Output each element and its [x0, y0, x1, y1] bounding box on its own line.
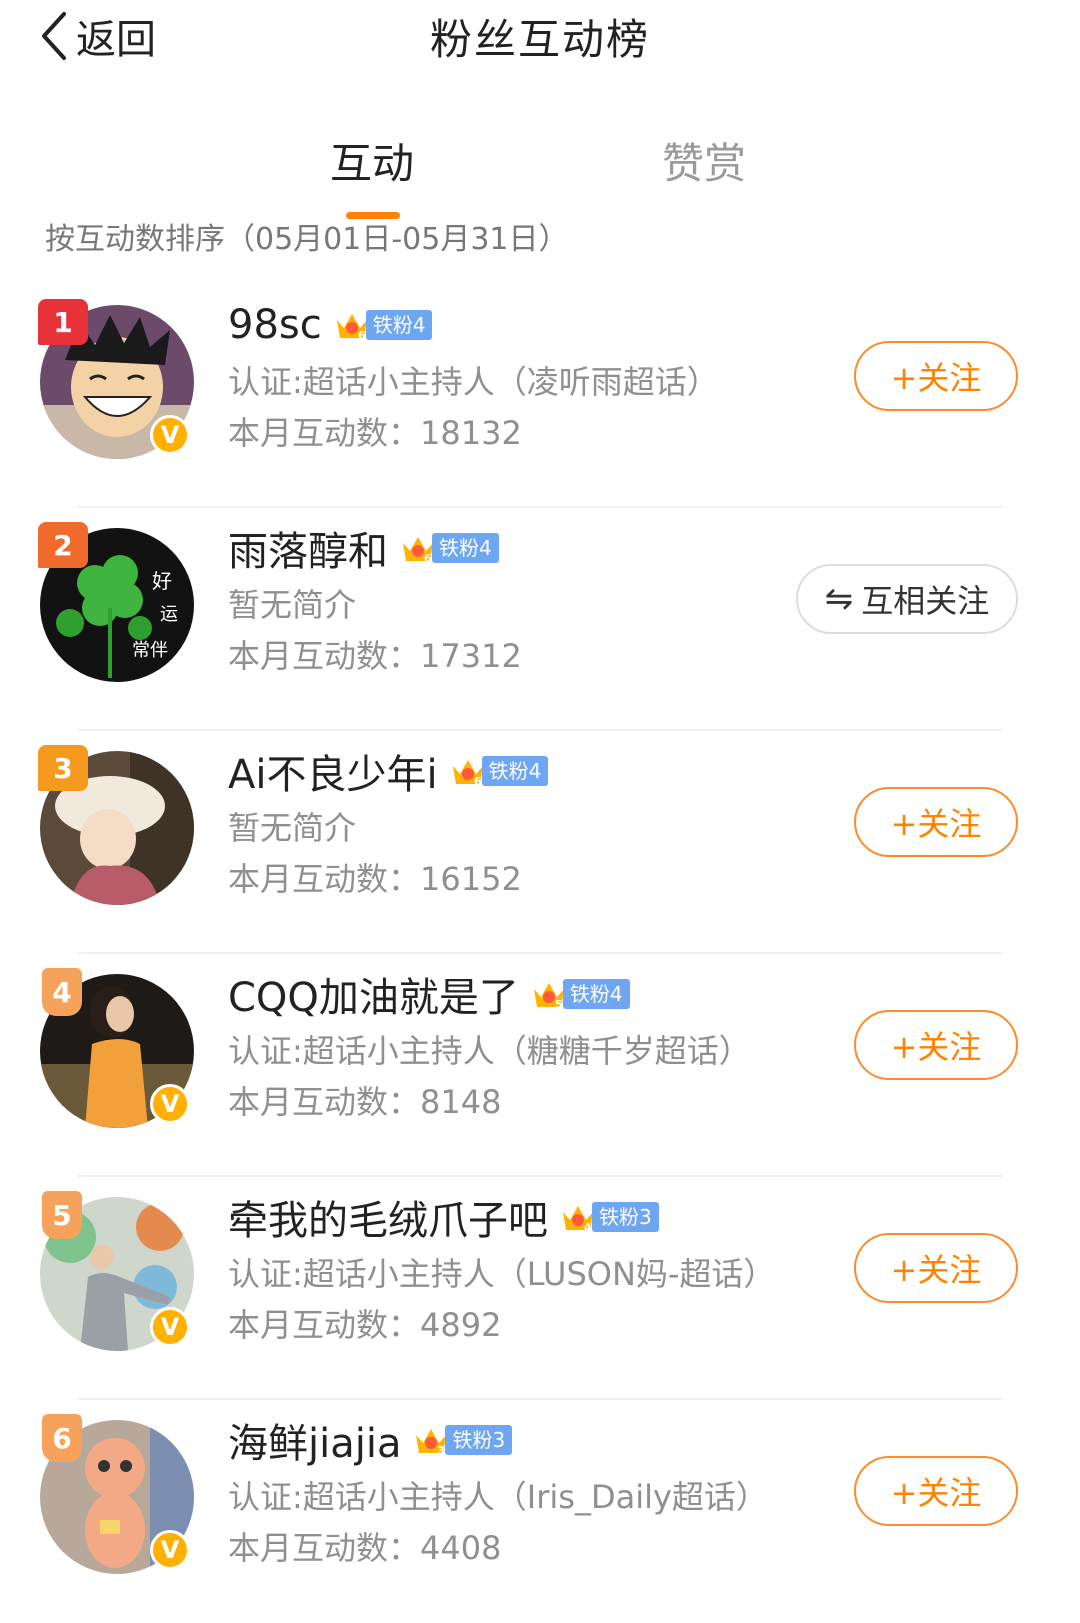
follow-button[interactable]: +关注	[854, 1010, 1018, 1080]
user-name[interactable]: 98sc	[228, 302, 322, 348]
svg-text:6: 6	[358, 329, 366, 342]
fan-level-badge: 4 铁粉3	[560, 1200, 659, 1234]
user-name[interactable]: 雨落醇和	[228, 519, 388, 577]
svg-text:常伴: 常伴	[132, 640, 168, 661]
svg-text:3: 3	[437, 1444, 445, 1457]
fan-level-badge: 6 铁粉4	[400, 531, 499, 565]
user-name[interactable]: 海鲜jiajia	[228, 1411, 401, 1469]
fan-level-label: 铁粉4	[365, 310, 433, 340]
fan-level-label: 铁粉4	[432, 533, 499, 563]
crown-icon: 3	[416, 1429, 447, 1457]
crown-icon: 6	[452, 760, 483, 788]
user-name[interactable]: 牵我的毛绒爪子吧	[228, 1188, 548, 1246]
user-description: 认证:超话小主持人（Iris_Daily超话）	[228, 1478, 768, 1516]
svg-text:5: 5	[555, 998, 563, 1011]
interaction-count: 本月互动数：8148	[228, 1083, 502, 1121]
list-item[interactable]: 4 V CQQ加油就是了 5 铁粉4 认证:超话小主持人（糖糖千岁超话） 本月互…	[0, 954, 1080, 1177]
rank-badge: 4	[42, 968, 82, 1016]
crown-icon: 6	[403, 537, 433, 565]
fan-level-badge: 5 铁粉4	[531, 977, 630, 1011]
interaction-count: 本月互动数：17312	[228, 637, 522, 675]
crown-icon: 6	[336, 314, 367, 342]
fan-interaction-page: 返回 粉丝互动榜 互动 赞赏 按互动数排序（05月01日-05月31日） 1 V…	[0, 0, 1080, 1607]
svg-text:好: 好	[152, 569, 172, 593]
verified-icon: V	[150, 1530, 190, 1570]
verified-icon: V	[150, 1307, 190, 1347]
verified-icon: V	[150, 1084, 190, 1124]
svg-text:运: 运	[160, 604, 178, 625]
fan-level-label: 铁粉4	[481, 756, 549, 786]
mutual-follow-button[interactable]: ⇋ 互相关注	[796, 564, 1018, 634]
rank-badge: 3	[38, 745, 88, 791]
list-item[interactable]: 1 V 98sc 6 铁粉4 认证:超话小主持人（凌听雨超话） 本月互动数：18…	[0, 285, 1080, 508]
user-description: 认证:超话小主持人（糖糖千岁超话）	[228, 1032, 751, 1070]
crown-icon: 5	[533, 983, 564, 1011]
list-item[interactable]: 6 V 海鲜jiajia 3 铁粉3 认证:超话小主持人（Iris_Daily超…	[0, 1400, 1080, 1623]
follow-button[interactable]: +关注	[854, 787, 1018, 857]
svg-text:6: 6	[474, 775, 482, 788]
fan-level-label: 铁粉3	[445, 1425, 513, 1455]
user-name[interactable]: CQQ加油就是了	[228, 965, 519, 1023]
fan-level-badge: 3 铁粉3	[413, 1423, 513, 1457]
follow-button[interactable]: +关注	[854, 341, 1018, 411]
rank-badge: 1	[38, 299, 88, 345]
page-title: 粉丝互动榜	[429, 15, 650, 64]
sort-description: 按互动数排序（05月01日-05月31日）	[45, 222, 569, 257]
rank-badge: 6	[42, 1414, 82, 1462]
list-item[interactable]: 5 V 牵我的毛绒爪子吧 4 铁粉3 认证:超话小主持人（LUSON妈-超话） …	[0, 1177, 1080, 1400]
tab-reward[interactable]: 赞赏	[662, 130, 746, 191]
crown-icon: 4	[563, 1206, 593, 1234]
user-description: 认证:超话小主持人（凌听雨超话）	[228, 363, 719, 401]
rank-badge: 5	[42, 1191, 82, 1239]
follow-button[interactable]: +关注	[854, 1456, 1018, 1526]
fan-level-badge: 6 铁粉4	[450, 754, 549, 788]
rank-badge: 2	[38, 522, 88, 568]
interaction-count: 本月互动数：18132	[228, 414, 522, 452]
follow-button[interactable]: +关注	[854, 1233, 1018, 1303]
ranking-list: 1 V 98sc 6 铁粉4 认证:超话小主持人（凌听雨超话） 本月互动数：18…	[0, 285, 1080, 1623]
user-name[interactable]: Ai不良少年i	[228, 742, 438, 800]
interaction-count: 本月互动数：16152	[228, 860, 522, 898]
top-bar: 返回 粉丝互动榜	[0, 0, 1080, 80]
verified-icon: V	[150, 415, 190, 455]
user-description: 暂无简介	[228, 586, 357, 624]
fan-level-label: 铁粉3	[592, 1202, 659, 1232]
list-item[interactable]: 3 Ai不良少年i 6 铁粉4 暂无简介 本月互动数：16152 +关注	[0, 731, 1080, 954]
interaction-count: 本月互动数：4408	[228, 1529, 502, 1567]
swap-arrows-icon: ⇋	[824, 579, 854, 619]
fan-level-badge: 6 铁粉4	[334, 308, 433, 342]
interaction-count: 本月互动数：4892	[228, 1306, 502, 1344]
user-description: 认证:超话小主持人（LUSON妈-超话）	[228, 1255, 776, 1293]
fan-level-label: 铁粉4	[562, 979, 630, 1009]
tab-interaction[interactable]: 互动	[330, 130, 414, 191]
user-description: 暂无简介	[228, 809, 357, 847]
tab-bar: 互动 赞赏	[0, 130, 1080, 219]
list-item[interactable]: 好 运 常伴 2 雨落醇和 6 铁粉4 暂无简介 本月互动数：17312 ⇋ 互相…	[0, 508, 1080, 731]
svg-text:6: 6	[424, 552, 432, 565]
svg-text:4: 4	[584, 1221, 592, 1234]
